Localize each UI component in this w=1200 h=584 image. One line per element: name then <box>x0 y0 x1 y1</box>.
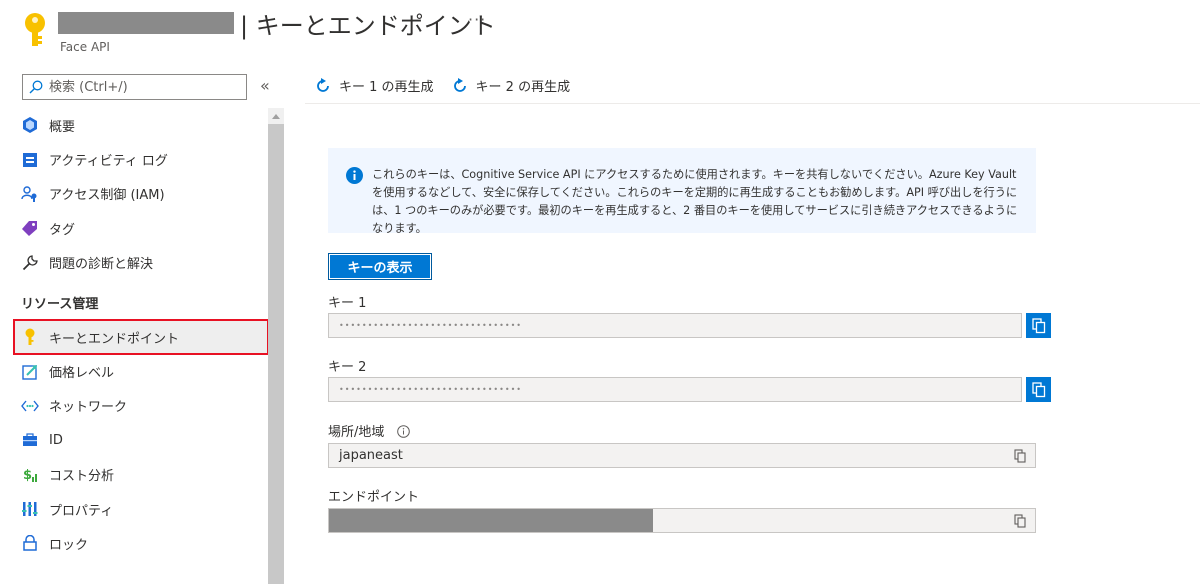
lock-icon <box>21 534 39 552</box>
info-text: これらのキーは、Cognitive Service API にアクセスするために… <box>372 168 1018 235</box>
sidebar-item-label: ネットワーク <box>49 400 128 416</box>
networking-icon <box>21 397 39 415</box>
info-circle-icon[interactable] <box>396 425 410 438</box>
sidebar-item-label: 概要 <box>49 119 76 135</box>
copy-icon <box>1031 317 1045 333</box>
sidebar-item-label: ID <box>49 432 63 448</box>
sidebar-item-access-control[interactable]: アクセス制御 (IAM) <box>14 177 268 211</box>
redacted-endpoint-url <box>329 509 653 532</box>
activity-log-icon <box>21 151 39 169</box>
copy-key1-button[interactable] <box>1026 313 1051 338</box>
endpoint-label: エンドポイント <box>328 490 420 505</box>
page-title: | キーとエンドポイント <box>240 12 496 40</box>
sidebar-item-label: タグ <box>49 222 76 238</box>
key2-field[interactable]: •••••••••••••••••••••••••••••••• <box>328 377 1022 402</box>
sidebar-item-label: アクティビティ ログ <box>49 154 168 170</box>
copy-icon <box>1031 381 1045 397</box>
sidebar-item-overview[interactable]: 概要 <box>14 108 268 142</box>
sidebar-item-keys-endpoint[interactable]: キーとエンドポイント <box>13 318 269 356</box>
command-bar: キー 1 の再生成 キー 2 の再生成 <box>305 68 1200 104</box>
search-icon <box>29 80 43 94</box>
location-value: japaneast <box>339 448 403 463</box>
sidebar-item-label: プロパティ <box>49 503 114 519</box>
info-icon <box>346 167 363 184</box>
scroll-up-icon[interactable] <box>272 114 280 119</box>
sidebar-item-label: 問題の診断と解決 <box>49 257 154 273</box>
page-header: | キーとエンドポイント ··· Face API <box>0 0 1200 62</box>
location-label: 場所/地域 <box>328 421 410 440</box>
search-input[interactable] <box>49 77 239 97</box>
sidebar-item-tags[interactable]: タグ <box>14 211 268 245</box>
search-box[interactable] <box>22 74 247 100</box>
location-field[interactable]: japaneast <box>328 443 1036 468</box>
sidebar-item-diagnose[interactable]: 問題の診断と解決 <box>14 246 268 280</box>
section-resource-management: リソース管理 <box>21 296 99 312</box>
regenerate-key1-label: キー 1 の再生成 <box>339 80 434 95</box>
sidebar-scrollbar-thumb[interactable] <box>268 124 284 584</box>
pricing-tier-icon <box>21 363 39 381</box>
sidebar-item-properties[interactable]: プロパティ <box>14 492 268 526</box>
sidebar-item-pricing-tier[interactable]: 価格レベル <box>14 354 268 388</box>
key-icon <box>25 13 45 46</box>
sidebar-item-networking[interactable]: ネットワーク <box>14 389 268 423</box>
resource-type: Face API <box>60 40 110 54</box>
sidebar-item-cost-analysis[interactable]: $ コスト分析 <box>14 458 268 492</box>
key-icon <box>21 328 39 346</box>
redacted-resource-name <box>58 12 234 34</box>
properties-icon <box>21 500 39 518</box>
key2-label: キー 2 <box>328 360 367 375</box>
cost-analysis-icon: $ <box>21 466 39 484</box>
access-control-icon <box>21 185 39 203</box>
collapse-sidebar-button[interactable]: « <box>260 76 270 95</box>
endpoint-field[interactable] <box>328 508 1036 533</box>
copy-key2-button[interactable] <box>1026 377 1051 402</box>
info-banner: これらのキーは、Cognitive Service API にアクセスするために… <box>328 148 1036 235</box>
regenerate-key2-label: キー 2 の再生成 <box>475 80 571 95</box>
show-keys-button[interactable]: キーの表示 <box>328 253 432 280</box>
sidebar-nav: 概要 アクティビティ ログ アクセス制御 (IAM) タグ 問題の診断と解決 リ… <box>13 108 269 561</box>
more-options-button[interactable]: ··· <box>468 10 486 29</box>
sidebar-item-label: アクセス制御 (IAM) <box>49 188 165 204</box>
refresh-icon <box>317 77 329 92</box>
sidebar-item-label: ロック <box>49 537 89 553</box>
identity-icon <box>21 431 39 449</box>
tag-icon <box>21 219 39 237</box>
svg-text:$: $ <box>23 468 32 483</box>
sidebar-item-identity[interactable]: ID <box>14 423 268 457</box>
refresh-icon <box>453 77 466 92</box>
sidebar-item-label: キーとエンドポイント <box>49 331 180 347</box>
key1-label: キー 1 <box>328 296 367 311</box>
sidebar-item-label: コスト分析 <box>49 469 115 485</box>
copy-icon[interactable] <box>1014 514 1027 528</box>
regenerate-key2-button[interactable]: キー 2 の再生成 <box>452 76 571 95</box>
location-label-text: 場所/地域 <box>328 425 385 440</box>
copy-icon[interactable] <box>1014 449 1027 463</box>
sidebar: « 概要 アクティビティ ログ <box>0 62 285 584</box>
wrench-icon <box>21 254 39 272</box>
sidebar-item-label: 価格レベル <box>49 366 115 382</box>
sidebar-item-locks[interactable]: ロック <box>14 526 268 560</box>
sidebar-item-activity-log[interactable]: アクティビティ ログ <box>14 142 268 176</box>
key1-field[interactable]: •••••••••••••••••••••••••••••••• <box>328 313 1022 338</box>
regenerate-key1-button[interactable]: キー 1 の再生成 <box>315 76 434 95</box>
overview-icon <box>21 116 39 134</box>
